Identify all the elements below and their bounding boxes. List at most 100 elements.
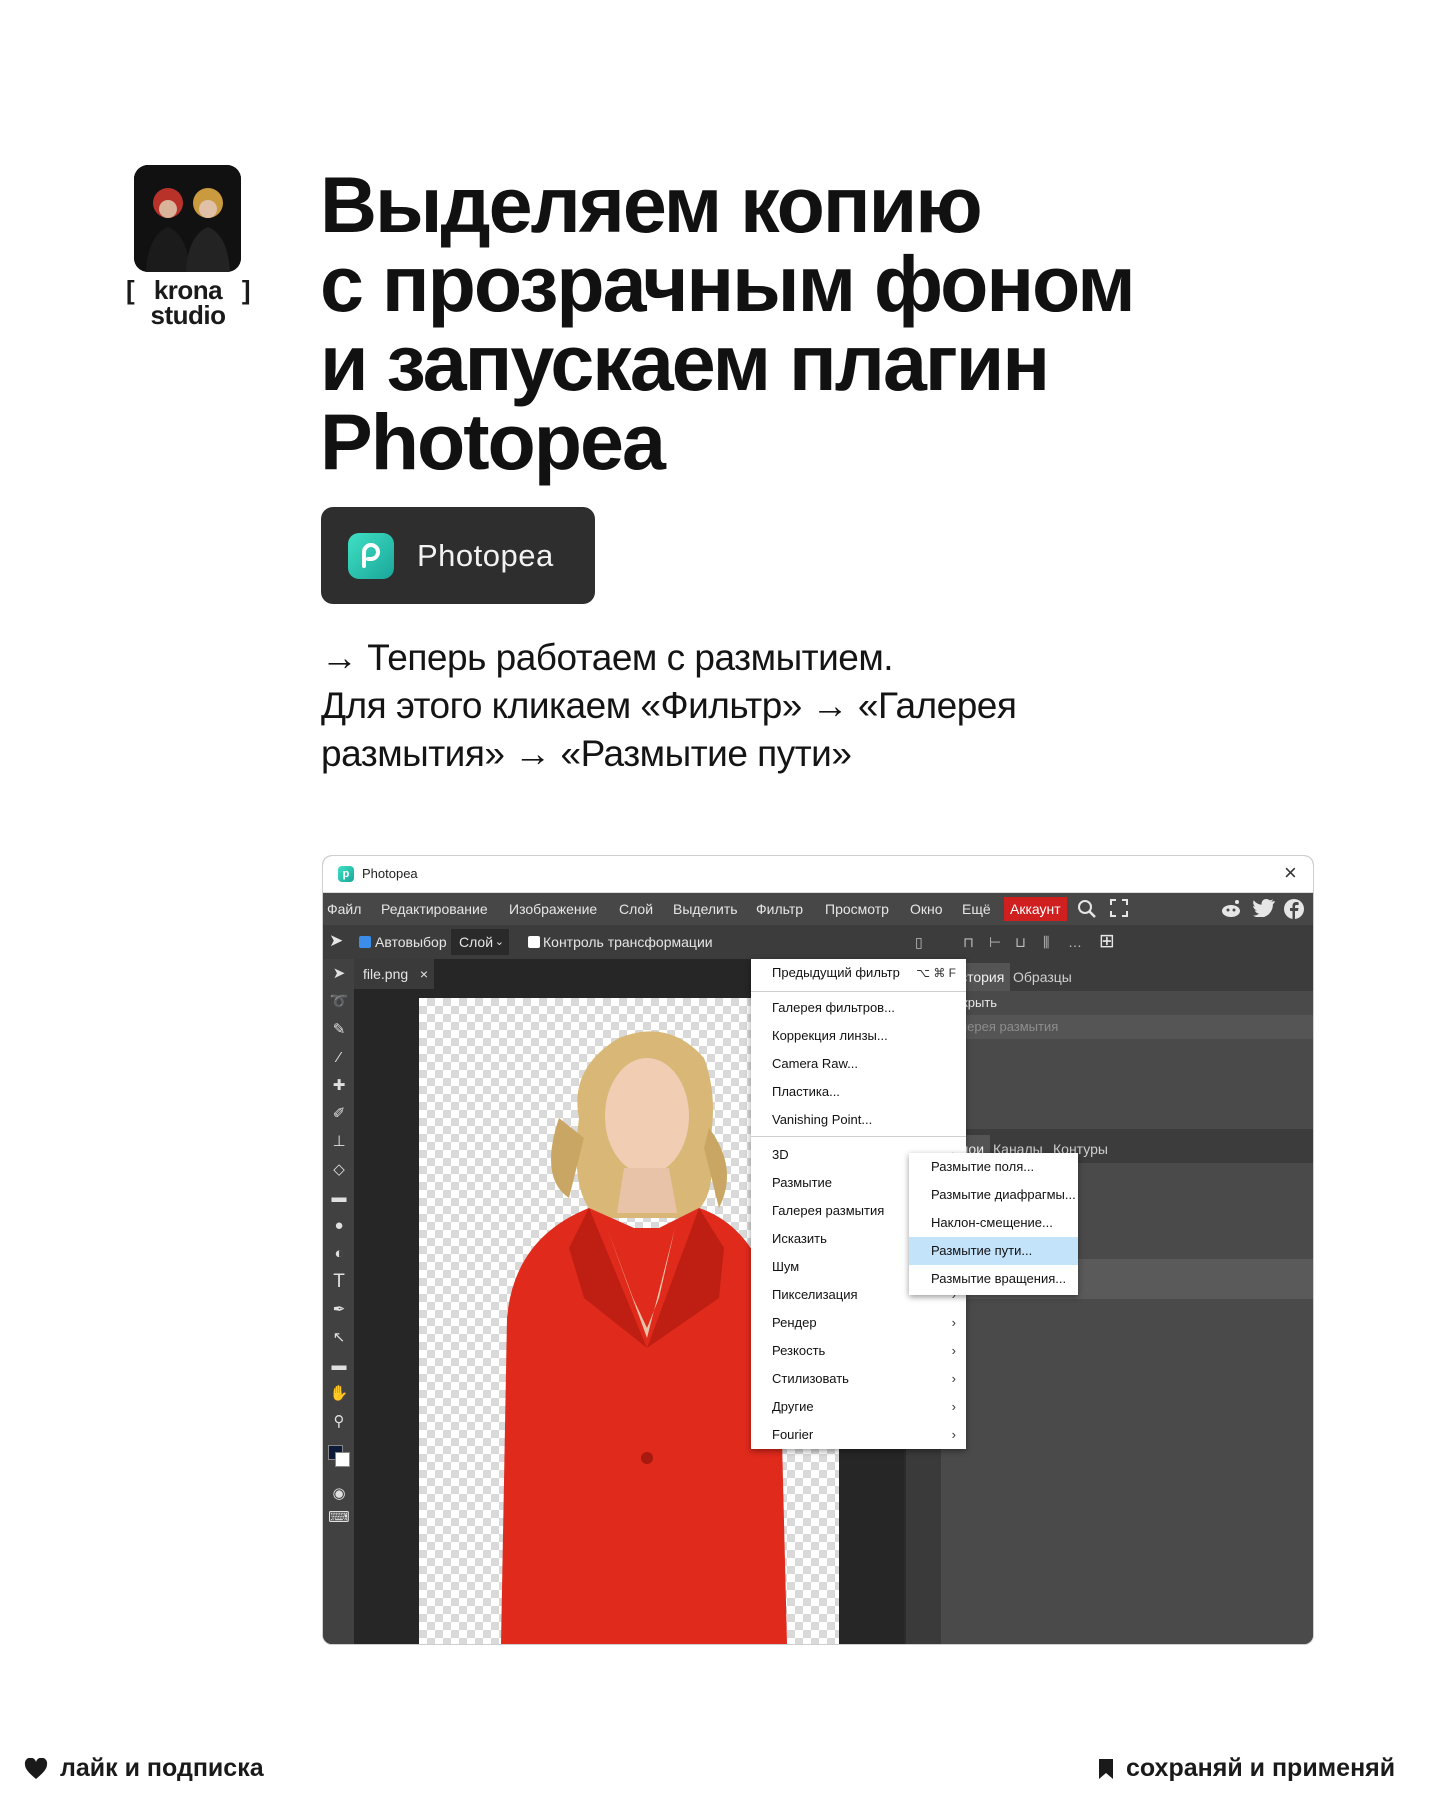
align-icon[interactable]: ▯ [915, 934, 923, 951]
layer-select[interactable]: Слой ⌄ [451, 929, 509, 955]
submenu-item-iris-blur[interactable]: Размытие диафрагмы... [909, 1181, 1078, 1209]
account-button[interactable]: Аккаунт [1004, 897, 1067, 921]
menu-select[interactable]: Выделить [673, 901, 738, 917]
close-icon[interactable]: × [1284, 860, 1297, 886]
tab-swatches[interactable]: Образцы [1013, 969, 1072, 985]
menu-item-camera-raw[interactable]: Camera Raw... [751, 1050, 966, 1078]
menu-filter[interactable]: Фильтр [756, 901, 803, 917]
footer-save[interactable]: сохраняй и применяй [1098, 1754, 1395, 1783]
menu-item-render[interactable]: Рендер › [751, 1309, 966, 1337]
footer-save-label: сохраняй и применяй [1126, 1754, 1396, 1782]
menu-item-label: Стилизовать [772, 1371, 849, 1386]
submenu-item-field-blur[interactable]: Размытие поля... [909, 1153, 1078, 1181]
bookmark-icon [1099, 1758, 1113, 1779]
menu-item-label: Размытие [772, 1175, 833, 1190]
shortcut-label: ⌥ ⌘ F [916, 966, 956, 980]
align-middle-icon[interactable]: ⊢ [989, 934, 1001, 951]
brush-icon[interactable]: ✐ [328, 1103, 350, 1125]
color-swatches[interactable] [328, 1445, 350, 1467]
close-icon[interactable]: × [420, 959, 428, 989]
dodge-icon[interactable]: ◐ [328, 1243, 350, 1265]
submenu-item-path-blur[interactable]: Размытие пути... [909, 1237, 1078, 1265]
menu-item-label: Шум [772, 1259, 800, 1274]
page-title: Выделяем копию с прозрачным фоном и запу… [320, 165, 1220, 481]
keyboard-icon[interactable]: ⌨ [328, 1507, 350, 1529]
menu-item-label: Галерея размытия [772, 1203, 885, 1218]
menu-item-last-filter[interactable]: Предыдущий фильтр ⌥ ⌘ F [751, 959, 966, 987]
quick-select-icon[interactable]: ✎ [328, 1019, 350, 1041]
menu-item-label: 3D [772, 1147, 789, 1162]
menu-item-filter-gallery[interactable]: Галерея фильтров... [751, 994, 966, 1022]
photopea-badge: Photopea [321, 507, 595, 604]
menu-more[interactable]: Ещё [962, 901, 991, 917]
submenu-item-tilt-shift[interactable]: Наклон-смещение... [909, 1209, 1078, 1237]
twitter-icon[interactable] [1253, 899, 1275, 922]
menu-item-lens-correction[interactable]: Коррекция линзы... [751, 1022, 966, 1050]
blur-icon[interactable]: ● [328, 1215, 350, 1237]
history-item[interactable]: Галерея размытия [941, 1015, 1313, 1039]
menu-image[interactable]: Изображение [509, 901, 597, 917]
move-tool-icon[interactable]: ➤ [328, 963, 350, 985]
menu-separator [751, 991, 966, 992]
move-tool-icon[interactable]: ➤ [329, 931, 343, 951]
menu-item-stylize[interactable]: Стилизовать › [751, 1365, 966, 1393]
photopea-badge-label: Photopea [417, 537, 554, 573]
instruction-line: размытия» → «Размытие пути» [321, 733, 852, 774]
rectangle-icon[interactable]: ▬ [328, 1355, 350, 1377]
menu-item-liquify[interactable]: Пластика... [751, 1078, 966, 1106]
hand-icon[interactable]: ✋ [328, 1383, 350, 1405]
align-bottom-icon[interactable]: ⊔ [1015, 934, 1026, 951]
menu-item-vanishing-point[interactable]: Vanishing Point... [751, 1106, 966, 1134]
fullscreen-icon[interactable] [1110, 899, 1128, 922]
window-titlebar: p Photopea × [323, 856, 1313, 893]
type-tool-icon[interactable]: T [328, 1271, 350, 1293]
healing-icon[interactable]: ✚ [328, 1075, 350, 1097]
search-icon[interactable] [1077, 899, 1097, 924]
title-line: Выделяем копию [320, 160, 983, 249]
menu-window[interactable]: Окно [910, 901, 943, 917]
brand-bracket-close: ] [241, 275, 251, 305]
quick-mask-icon[interactable]: ◉ [328, 1483, 350, 1505]
facebook-icon[interactable] [1284, 899, 1304, 924]
transform-controls-checkbox[interactable] [528, 936, 540, 948]
photopea-logo-icon [348, 532, 394, 579]
menu-item-label: Предыдущий фильтр [772, 965, 900, 980]
eyedropper-icon[interactable]: ⁄ [328, 1047, 350, 1069]
brand-avatar [134, 165, 241, 272]
align-top-icon[interactable]: ⊓ [963, 934, 974, 951]
history-item[interactable]: Открыть [941, 991, 1313, 1015]
menu-item-other[interactable]: Другие › [751, 1393, 966, 1421]
menu-view[interactable]: Просмотр [825, 901, 889, 917]
menu-item-sharpen[interactable]: Резкость › [751, 1337, 966, 1365]
document-tab-label: file.png [363, 966, 409, 982]
title-line: с прозрачным фоном [320, 239, 1136, 328]
submenu-item-spin-blur[interactable]: Размытие вращения... [909, 1265, 1078, 1293]
brand-bracket-open: [ [126, 275, 135, 305]
menu-separator [751, 1136, 966, 1137]
more-icon[interactable]: … [1068, 934, 1082, 950]
grid-icon[interactable]: ⊞ [1099, 930, 1115, 953]
instruction-line: → Теперь работаем с размытием. [321, 637, 894, 678]
path-select-icon[interactable]: ↖ [328, 1327, 350, 1349]
reddit-icon[interactable] [1220, 899, 1242, 924]
eraser-icon[interactable]: ◇ [328, 1159, 350, 1181]
menu-layer[interactable]: Слой [619, 901, 653, 917]
menu-file[interactable]: Файл [327, 901, 361, 917]
window-title: Photopea [362, 866, 418, 881]
document-tab[interactable]: file.png × [354, 959, 434, 989]
stamp-icon[interactable]: ⊥ [328, 1131, 350, 1153]
menu-item-label: Исказить [772, 1231, 827, 1246]
pen-icon[interactable]: ✒ [328, 1299, 350, 1321]
zoom-icon[interactable]: ⚲ [328, 1411, 350, 1433]
menu-item-fourier[interactable]: Fourier › [751, 1421, 966, 1449]
chevron-right-icon: › [951, 1399, 956, 1414]
gradient-icon[interactable]: ▬ [328, 1187, 350, 1209]
distribute-icon[interactable]: ⫼ [1043, 934, 1049, 951]
autoselect-checkbox[interactable] [359, 936, 371, 948]
lasso-tool-icon[interactable]: ➰ [328, 991, 350, 1013]
chevron-right-icon: › [951, 1343, 956, 1358]
menu-item-label: Пикселизация [772, 1287, 858, 1302]
footer-like[interactable]: лайк и подписка [24, 1754, 264, 1783]
chevron-right-icon: › [951, 1427, 956, 1442]
menu-edit[interactable]: Редактирование [381, 901, 488, 917]
